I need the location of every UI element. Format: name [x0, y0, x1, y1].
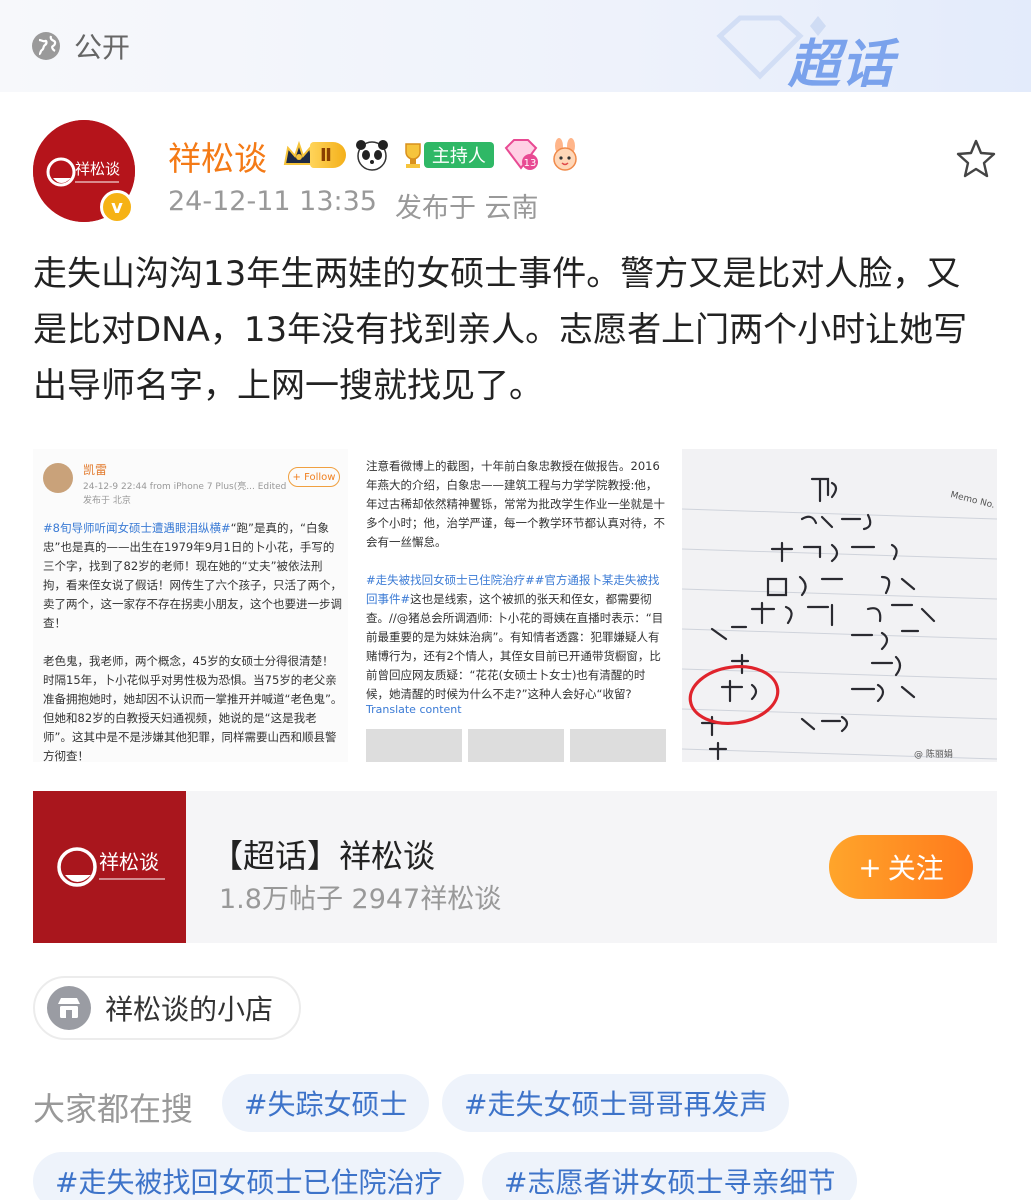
thumbnail	[468, 729, 564, 762]
level-badge-label: Ⅱ	[310, 142, 346, 168]
img2-paragraph-2: 这也是线索，这个被抓的张天和侄女，都需要彻查。//@猪总会所调酒师: 卜小花的哥…	[366, 592, 664, 701]
post-text: 走失山沟沟13年生两娃的女硕士事件。警方又是比对人脸，又是比对DNA，13年没有…	[33, 254, 968, 406]
img2-thumbnails	[366, 729, 666, 762]
supertopic-stats: 1.8万帖子 2947祥松谈	[219, 884, 502, 915]
verified-badge-icon: v	[100, 190, 134, 224]
image-watermark: @ 陈丽娟	[914, 748, 953, 760]
shop-icon	[47, 986, 91, 1030]
trending-chip[interactable]: #志愿者讲女硕士寻亲细节	[482, 1152, 858, 1200]
mini-post-text: #8旬导师听闻女硕士遭遇眼泪纵横#“跑”是真的，“白象忠”也是真的——出生在19…	[43, 519, 343, 762]
panda-badge-icon[interactable]	[354, 137, 390, 173]
mini-avatar	[43, 463, 73, 493]
supertopic-logo: 祥松谈	[33, 791, 186, 943]
post-meta: 24-12-11 13:35 发布于 云南	[168, 186, 539, 225]
post-image-2[interactable]: 注意看微博上的截图，十年前白象忠教授在做报告。2016年燕大的介绍，白象忠——建…	[358, 449, 673, 762]
host-badge-label: 主持人	[423, 142, 494, 168]
host-badge[interactable]: 主持人	[398, 140, 494, 170]
logo-text: 祥松谈	[99, 850, 159, 874]
supertopic-brand[interactable]: 超话	[788, 22, 894, 97]
mini-follow-button: + Follow	[288, 467, 340, 487]
post-image-1[interactable]: 凯雷 24-12-9 22:44 from iPhone 7 Plus(亮...…	[33, 449, 348, 762]
mini-paragraph-1: “跑”是真的，“白象忠”也是真的——出生在1979年9月1日的卜小花，手写的三个…	[43, 521, 342, 630]
pink-gem-badge-icon[interactable]: 13	[502, 138, 540, 172]
author-name[interactable]: 祥松谈	[168, 132, 267, 180]
post-location: 发布于 云南	[394, 193, 539, 224]
top-bar: 公开 超话	[0, 0, 1031, 95]
supertopic-title: 【超话】祥松谈	[211, 837, 436, 875]
visibility-indicator: 公开	[30, 26, 130, 66]
mini-location: 发布于 北京	[83, 496, 131, 506]
follow-button[interactable]: + 关注	[829, 835, 973, 899]
globe-icon	[32, 32, 60, 60]
thumbnail	[366, 729, 462, 762]
translate-link: Translate content	[366, 703, 462, 716]
mini-post-text-2: 注意看微博上的截图，十年前白象忠教授在做报告。2016年燕大的介绍，白象忠——建…	[366, 457, 668, 704]
post-timestamp: 24-12-11 13:35	[168, 186, 377, 217]
post-image-3[interactable]: Memo No. Date @ 陈丽娟	[682, 449, 997, 762]
shop-link[interactable]: 祥松谈的小店	[33, 976, 302, 1040]
gem-level: 13	[523, 158, 536, 169]
visibility-label: 公开	[74, 31, 131, 64]
trending-chip[interactable]: #失踪女硕士	[222, 1074, 430, 1132]
svg-text:祥松谈: 祥松谈	[75, 160, 120, 178]
supertopic-card[interactable]: 祥松谈 【超话】祥松谈 1.8万帖子 2947祥松谈 + 关注	[33, 791, 997, 943]
img2-paragraph-1: 注意看微博上的截图，十年前白象忠教授在做报告。2016年燕大的介绍，白象忠——建…	[366, 459, 665, 549]
mini-author-name: 凯雷	[83, 463, 108, 477]
thumbnail	[570, 729, 666, 762]
mini-paragraph-2: 老色鬼，我老师，两个概念，45岁的女硕士分得很清楚！时隔15年，卜小花似乎对男性…	[43, 654, 343, 762]
mini-timestamp: 24-12-9 22:44 from iPhone 7 Plus(亮... Ed…	[83, 482, 287, 492]
trending-chip[interactable]: #走失被找回女硕士已住院治疗	[33, 1152, 465, 1200]
trending-label: 大家都在搜	[33, 1090, 194, 1128]
plus-icon: +	[858, 850, 882, 884]
favorite-star-icon[interactable]	[956, 138, 996, 178]
author-badges: Ⅱ 主持人 13	[282, 136, 582, 174]
trending-chip[interactable]: #走失女硕士哥哥再发声	[442, 1074, 790, 1132]
handwritten-note-image: Memo No. Date @ 陈丽娟	[682, 449, 997, 762]
bunny-badge-icon[interactable]	[548, 138, 582, 172]
mini-hashtag: #8旬导师听闻女硕士遭遇眼泪纵横#	[43, 521, 231, 535]
shop-label: 祥松谈的小店	[105, 993, 274, 1026]
follow-button-label: 关注	[887, 852, 944, 885]
level-badge[interactable]: Ⅱ	[282, 140, 346, 170]
